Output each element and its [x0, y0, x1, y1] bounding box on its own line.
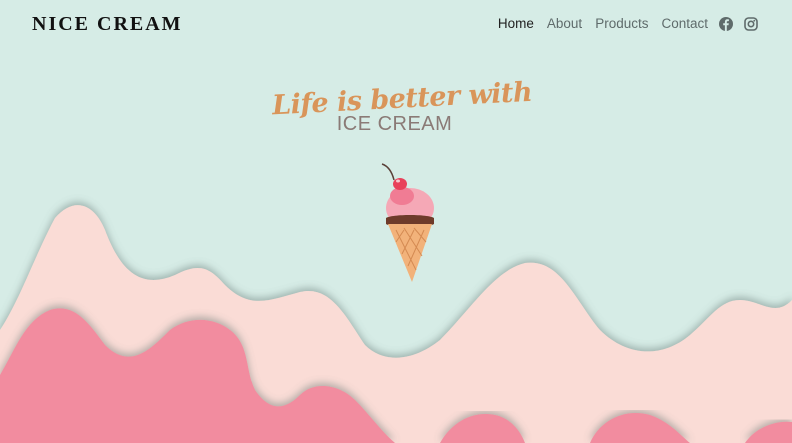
nav-contact[interactable]: Contact — [661, 16, 708, 31]
brand-logo[interactable]: NICE CREAM — [32, 13, 183, 36]
nav-products[interactable]: Products — [595, 16, 648, 31]
hero-tagline: Life is better with ICE CREAM — [271, 77, 532, 136]
facebook-icon[interactable] — [719, 16, 733, 31]
nav-home[interactable]: Home — [498, 16, 534, 31]
main-nav: Home About Products Contact — [485, 16, 758, 31]
nav-about[interactable]: About — [547, 16, 582, 31]
instagram-icon[interactable] — [744, 16, 758, 31]
ice-cream-cone-illustration — [381, 163, 434, 282]
